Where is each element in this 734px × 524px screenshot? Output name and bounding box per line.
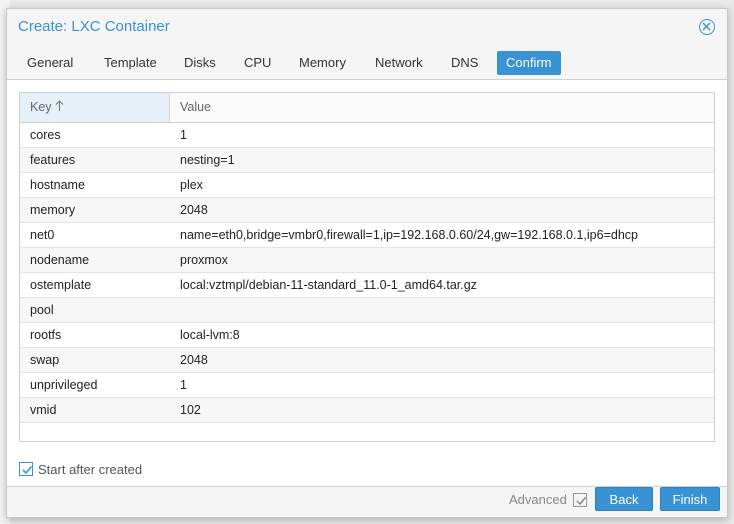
row-key: swap (30, 353, 60, 367)
row-key: hostname (30, 178, 85, 192)
tab-confirm[interactable]: Confirm (497, 51, 561, 75)
row-key: pool (30, 303, 54, 317)
row-value: 2048 (180, 203, 208, 217)
table-row[interactable]: net0 name=eth0,bridge=vmbr0,firewall=1,ip… (20, 223, 714, 248)
close-icon[interactable] (699, 19, 715, 35)
table-row[interactable]: hostname plex (20, 173, 714, 198)
summary-grid: Key Value cores 1 features nesting=1 hostn… (19, 92, 715, 442)
row-key: features (30, 153, 76, 167)
row-value: 1 (180, 378, 187, 392)
create-lxc-dialog: Create: LXC Container General Template D… (6, 8, 728, 518)
row-value: nesting=1 (180, 153, 235, 167)
back-button[interactable]: Back (595, 487, 653, 511)
tab-template[interactable]: Template (95, 51, 166, 75)
finish-button[interactable]: Finish (660, 487, 720, 511)
row-key: nodename (30, 253, 90, 267)
row-value: 2048 (180, 353, 208, 367)
dialog-title: Create: LXC Container (18, 18, 170, 35)
row-value: name=eth0,bridge=vmbr0,firewall=1,ip=192… (180, 228, 638, 242)
dialog-titlebar: Create: LXC Container (7, 9, 727, 45)
row-key: cores (30, 128, 61, 142)
start-after-created-label: Start after created (38, 462, 143, 477)
tab-memory[interactable]: Memory (290, 51, 355, 75)
advanced-checkbox[interactable] (573, 493, 587, 507)
sort-ascending-icon (55, 94, 64, 123)
tab-general[interactable]: General (18, 51, 82, 75)
row-key: unprivileged (30, 378, 98, 392)
row-value: local:vztmpl/debian-11-standard_11.0-1_a… (180, 278, 477, 292)
table-row[interactable]: unprivileged 1 (20, 373, 714, 398)
tab-disks[interactable]: Disks (175, 51, 225, 75)
table-row[interactable]: vmid 102 (20, 398, 714, 423)
start-after-created-checkbox[interactable] (19, 462, 33, 476)
column-header-key-label: Key (30, 100, 52, 114)
grid-header: Key Value (20, 93, 714, 123)
row-key: rootfs (30, 328, 62, 342)
row-value: 102 (180, 403, 201, 417)
row-value: 1 (180, 128, 187, 142)
table-row[interactable]: ostemplate local:vztmpl/debian-11-standar… (20, 273, 714, 298)
row-key: memory (30, 203, 76, 217)
wizard-tabs: General Template Disks CPU Memory Networ… (7, 47, 727, 75)
table-row[interactable]: features nesting=1 (20, 148, 714, 173)
dialog-footer: Advanced Back Finish (7, 487, 727, 517)
tab-network[interactable]: Network (366, 51, 432, 75)
column-header-key[interactable]: Key (20, 93, 170, 122)
row-value: plex (180, 178, 203, 192)
table-row[interactable]: swap 2048 (20, 348, 714, 373)
column-header-value[interactable]: Value (170, 93, 714, 122)
confirm-panel: Key Value cores 1 features nesting=1 hostn… (7, 79, 727, 487)
tab-dns[interactable]: DNS (442, 51, 487, 75)
row-value: local-lvm:8 (180, 328, 240, 342)
tab-cpu[interactable]: CPU (235, 51, 280, 75)
table-row[interactable]: pool (20, 298, 714, 323)
row-value: proxmox (180, 253, 228, 267)
table-row[interactable]: cores 1 (20, 123, 714, 148)
row-key: ostemplate (30, 278, 92, 292)
table-row[interactable]: nodename proxmox (20, 248, 714, 273)
table-row[interactable]: rootfs local-lvm:8 (20, 323, 714, 348)
row-key: net0 (30, 228, 55, 242)
table-row[interactable]: memory 2048 (20, 198, 714, 223)
advanced-label: Advanced (509, 492, 567, 507)
row-key: vmid (30, 403, 57, 417)
